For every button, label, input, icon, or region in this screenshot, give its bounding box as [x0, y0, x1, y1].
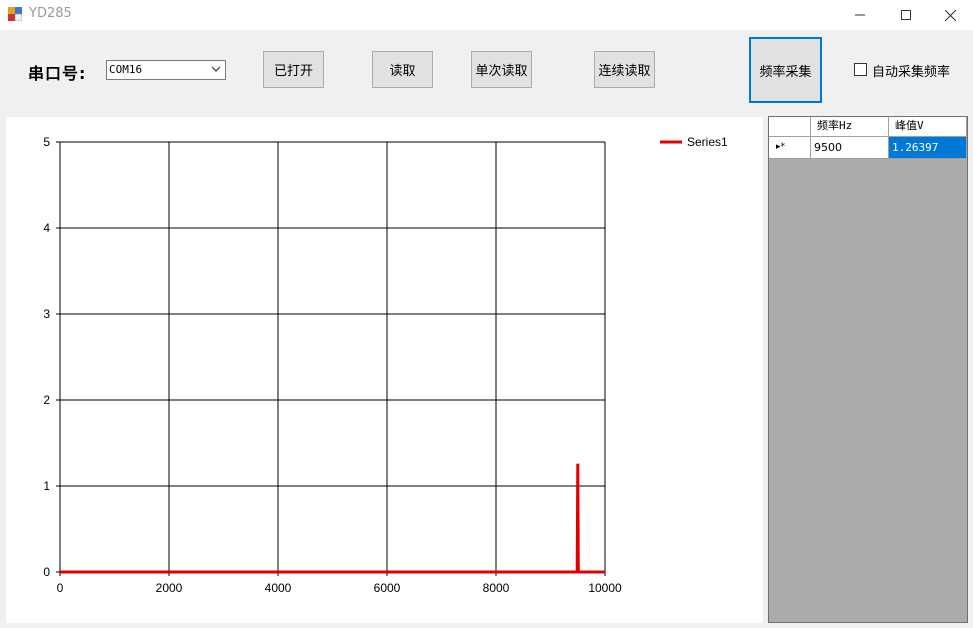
read-button[interactable]: 读取: [372, 51, 433, 88]
data-grid[interactable]: 频率Hz 峰值V ▸* 9500 1.26397: [768, 116, 968, 623]
maximize-icon: [901, 10, 911, 20]
continuous-read-button[interactable]: 连续读取: [594, 51, 655, 88]
x-tick-label: 2000: [156, 581, 183, 595]
port-select[interactable]: COM16: [106, 60, 226, 80]
single-read-button[interactable]: 单次读取: [471, 51, 532, 88]
continuous-read-button-label: 连续读取: [598, 64, 651, 79]
y-tick-label: 5: [43, 135, 50, 149]
y-tick-label: 1: [43, 479, 50, 493]
freq-collect-button-label: 频率采集: [759, 64, 812, 80]
x-tick-label: 10000: [588, 581, 622, 595]
chart-panel: 0 2000 4000 6000 8000 10000 0 1 2 3 4 5 Series1: [6, 117, 763, 623]
window-title: YD285: [29, 6, 72, 21]
minimize-icon: [855, 14, 865, 16]
freq-collect-button[interactable]: 频率采集: [749, 37, 822, 103]
frequency-chart: 0 2000 4000 6000 8000 10000 0 1 2 3 4 5 Series1: [43, 135, 728, 595]
single-read-button-label: 单次读取: [475, 64, 528, 79]
minimize-button[interactable]: [837, 0, 883, 30]
title-bar: YD285: [0, 0, 973, 30]
y-tick-label: 4: [43, 221, 50, 235]
x-tick-label: 6000: [374, 581, 401, 595]
grid-cell-peak-selected[interactable]: 1.26397: [889, 137, 967, 159]
x-tick-label: 8000: [483, 581, 510, 595]
open-button[interactable]: 已打开: [263, 51, 324, 88]
x-tick-label: 0: [57, 581, 64, 595]
auto-collect-label: 自动采集频率: [872, 65, 951, 80]
close-icon: [944, 9, 956, 21]
close-button[interactable]: [927, 0, 973, 30]
grid-header-peak[interactable]: 峰值V: [889, 117, 967, 137]
read-button-label: 读取: [389, 64, 416, 79]
chevron-down-icon: [211, 66, 221, 72]
port-value: COM16: [109, 63, 143, 76]
grid-cell-freq[interactable]: 9500: [811, 137, 889, 159]
open-button-label: 已打开: [273, 64, 313, 79]
app-icon: [8, 7, 22, 21]
legend-label: Series1: [687, 135, 728, 149]
grid-corner-header: [769, 117, 811, 137]
series-line: [60, 463, 605, 574]
port-label: 串口号:: [28, 64, 87, 83]
y-tick-label: 0: [43, 565, 50, 579]
maximize-button[interactable]: [883, 0, 929, 30]
grid-row-indicator[interactable]: ▸*: [769, 137, 811, 159]
y-tick-label: 3: [43, 307, 50, 321]
grid-header-freq[interactable]: 频率Hz: [811, 117, 889, 137]
y-tick-label: 2: [43, 393, 50, 407]
x-tick-label: 4000: [265, 581, 292, 595]
auto-collect-checkbox[interactable]: [854, 63, 867, 76]
